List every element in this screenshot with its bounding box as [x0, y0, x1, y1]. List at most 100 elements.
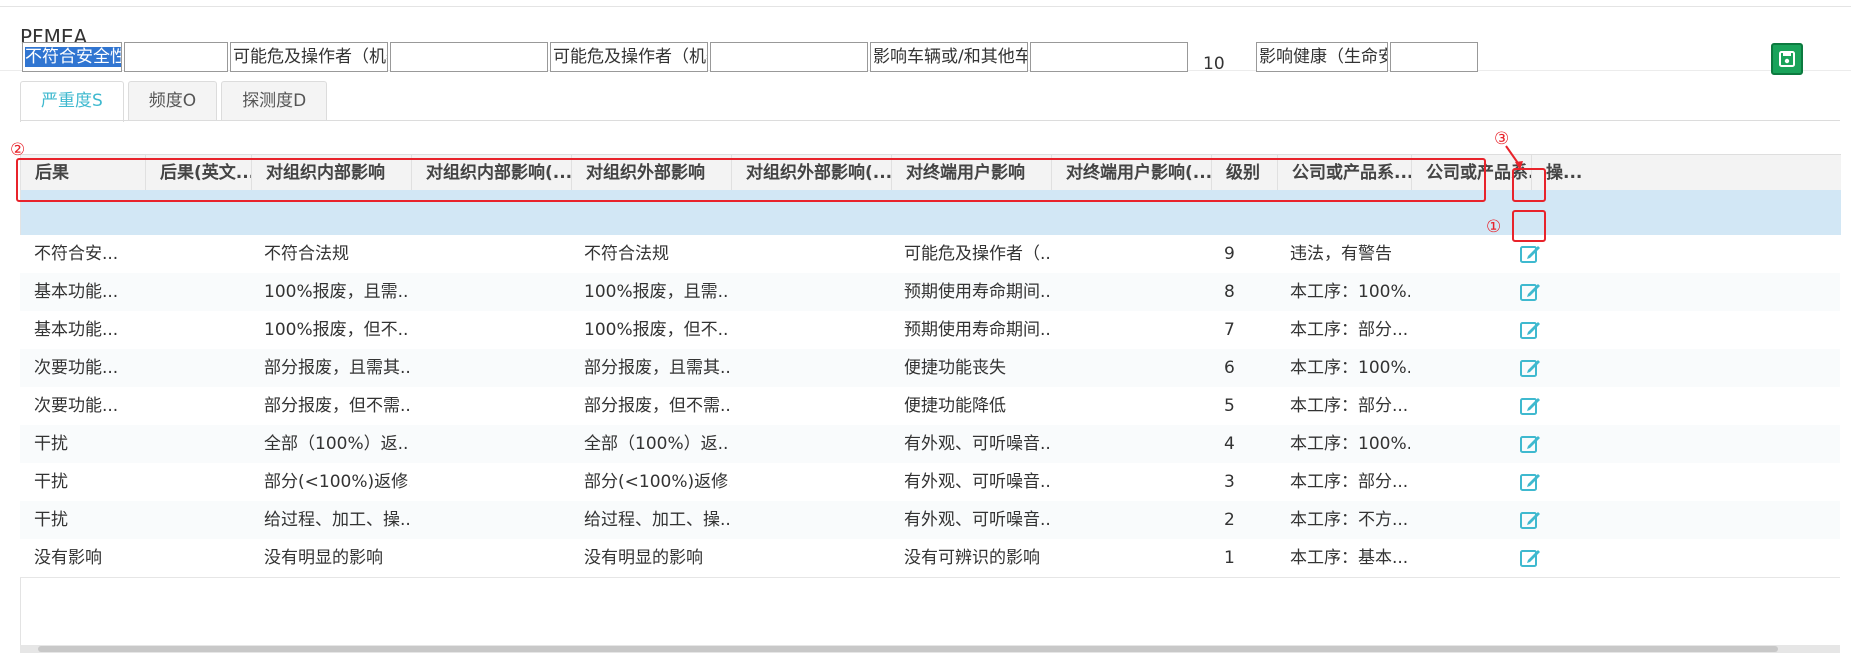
table-row[interactable]: 次要功能... 部分报废，但不需... 部分报废，但不需... 便捷功能降低 5 本工序：…: [20, 387, 1840, 426]
cell-company: 本工序：100%...: [1290, 434, 1410, 454]
cell-consequence: 干扰: [34, 434, 68, 454]
edit-internal-input[interactable]: 可能危及操作者（机器或: [230, 42, 388, 72]
edit-icon: [1520, 246, 1540, 263]
cell-consequence: 次要功能...: [34, 358, 119, 378]
cell-consequence: 干扰: [34, 510, 68, 530]
edit-consequence-en-input[interactable]: [124, 42, 228, 72]
edit-company-input[interactable]: 影响健康（生命安全: [1256, 42, 1388, 72]
cell-level: 4: [1224, 434, 1235, 454]
cell-level: 5: [1224, 396, 1235, 416]
edit-icon: [1520, 360, 1540, 377]
cell-level: 8: [1224, 282, 1235, 302]
scrollbar-thumb[interactable]: [38, 646, 1778, 652]
cell-internal: 部分报废，且需其...: [264, 358, 410, 378]
cell-end-user: 有外观、可听噪音...: [904, 434, 1050, 454]
top-border: [0, 6, 1851, 7]
save-icon: [1779, 51, 1795, 67]
edit-consequence-value: 不符合安全性 或: [25, 47, 121, 67]
table-row[interactable]: 基本功能... 100%报废，但不... 100%报废，但不... 预期使用寿命期间.…: [20, 311, 1840, 350]
annotation-one: ①: [1486, 217, 1502, 237]
tab-bar: 严重度S 频度O 探测度D: [20, 81, 331, 122]
cell-consequence: 基本功能...: [34, 282, 119, 302]
edit-company-2-input[interactable]: [1390, 42, 1478, 72]
cell-consequence: 干扰: [34, 472, 68, 492]
edit-external-en-input[interactable]: [710, 42, 868, 72]
edit-icon: [1520, 474, 1540, 491]
edit-button[interactable]: [1518, 470, 1542, 494]
cell-company: 本工序：部分...: [1290, 396, 1409, 416]
cell-level: 3: [1224, 472, 1235, 492]
cell-internal: 100%报废，但不...: [264, 320, 410, 340]
cell-internal: 部分报废，但不需...: [264, 396, 410, 416]
save-button[interactable]: [1771, 43, 1803, 75]
edit-external-input[interactable]: 可能危及操作者（机器或: [550, 42, 708, 72]
cell-level: 7: [1224, 320, 1235, 340]
annotation-arrow: [1505, 145, 1523, 170]
edit-icon: [1520, 436, 1540, 453]
table-row[interactable]: 基本功能... 100%报废，且需... 100%报废，且需... 预期使用寿命期间.…: [20, 273, 1840, 312]
cell-level: 1: [1224, 548, 1235, 568]
annotation-two: ②: [10, 140, 26, 160]
cell-external: 没有明显的影响: [584, 548, 703, 568]
cell-end-user: 便捷功能丧失: [904, 358, 1006, 378]
cell-company: 本工序：不方...: [1290, 510, 1409, 530]
cell-level: 6: [1224, 358, 1235, 378]
edit-highlight: [1512, 210, 1546, 242]
cell-internal: 没有明显的影响: [264, 548, 383, 568]
cell-end-user: 有外观、可听噪音...: [904, 472, 1050, 492]
tab-occurrence[interactable]: 频度O: [127, 81, 218, 120]
edit-consequence-input[interactable]: 不符合安全性 或: [22, 42, 122, 72]
tab-severity[interactable]: 严重度S: [20, 81, 124, 122]
cell-consequence: 基本功能...: [34, 320, 119, 340]
cell-end-user: 预期使用寿命期间...: [904, 282, 1050, 302]
cell-company: 本工序：部分...: [1290, 472, 1409, 492]
cell-company: 违法，有警告: [1290, 244, 1392, 264]
tab-detection[interactable]: 探测度D: [221, 81, 328, 120]
cell-external: 部分报废，但不需...: [584, 396, 730, 416]
cell-end-user: 便捷功能降低: [904, 396, 1006, 416]
edit-internal-en-input[interactable]: [390, 42, 548, 72]
table-row[interactable]: 次要功能... 部分报废，且需其... 部分报废，且需其... 便捷功能丧失 6 本工序：…: [20, 349, 1840, 388]
table-row[interactable]: 没有影响 没有明显的影响 没有明显的影响 没有可辨识的影响 1 本工序：基本...: [20, 539, 1840, 578]
cell-internal: 不符合法规: [264, 244, 349, 264]
cell-external: 100%报废，且需...: [584, 282, 730, 302]
cell-level: 2: [1224, 510, 1235, 530]
cell-company: 本工序：部分...: [1290, 320, 1409, 340]
edit-button[interactable]: [1518, 242, 1542, 266]
edit-button[interactable]: [1518, 280, 1542, 304]
edit-icon: [1520, 550, 1540, 567]
edit-button[interactable]: [1518, 508, 1542, 532]
cell-consequence: 不符合安...: [34, 244, 119, 264]
edit-icon: [1520, 284, 1540, 301]
table-row[interactable]: 干扰 全部（100%）返... 全部（100%）返... 有外观、可听噪音... 4 本工…: [20, 425, 1840, 464]
cell-internal: 全部（100%）返...: [264, 434, 410, 454]
table-row[interactable]: 干扰 部分(<100%)返修... 部分(<100%)返修... 有外观、可听噪音..…: [20, 463, 1840, 502]
edit-level-value: 10: [1203, 54, 1225, 74]
tab-divider: [20, 120, 1840, 121]
cell-consequence: 次要功能...: [34, 396, 119, 416]
table-row[interactable]: 干扰 给过程、加工、操... 给过程、加工、操... 有外观、可听噪音... 2 本工序：…: [20, 501, 1840, 540]
edit-button[interactable]: [1518, 546, 1542, 570]
cell-internal: 给过程、加工、操...: [264, 510, 410, 530]
cell-company: 本工序：100%...: [1290, 282, 1410, 302]
cell-external: 100%报废，但不...: [584, 320, 730, 340]
edit-button[interactable]: [1518, 394, 1542, 418]
cell-end-user: 预期使用寿命期间...: [904, 320, 1050, 340]
horizontal-scrollbar[interactable]: [20, 645, 1840, 653]
edit-end-user-input[interactable]: 影响车辆或/和其他车辆: [870, 42, 1028, 72]
cell-external: 部分报废，且需其...: [584, 358, 730, 378]
cell-internal: 部分(<100%)返修...: [264, 472, 410, 492]
edit-icon: [1520, 322, 1540, 339]
cell-external: 不符合法规: [584, 244, 669, 264]
cell-end-user: 可能危及操作者（...: [904, 244, 1050, 264]
cell-end-user: 有外观、可听噪音...: [904, 510, 1050, 530]
cell-level: 9: [1224, 244, 1235, 264]
edit-end-user-en-input[interactable]: [1030, 42, 1188, 72]
table-row[interactable]: 不符合安... 不符合法规 不符合法规 可能危及操作者（... 9 违法，有警告: [20, 235, 1840, 274]
edit-button[interactable]: [1518, 432, 1542, 456]
edit-button[interactable]: [1518, 356, 1542, 380]
edit-button[interactable]: [1518, 318, 1542, 342]
cell-external: 全部（100%）返...: [584, 434, 730, 454]
edit-row-highlight: [16, 158, 1486, 202]
cell-external: 给过程、加工、操...: [584, 510, 730, 530]
